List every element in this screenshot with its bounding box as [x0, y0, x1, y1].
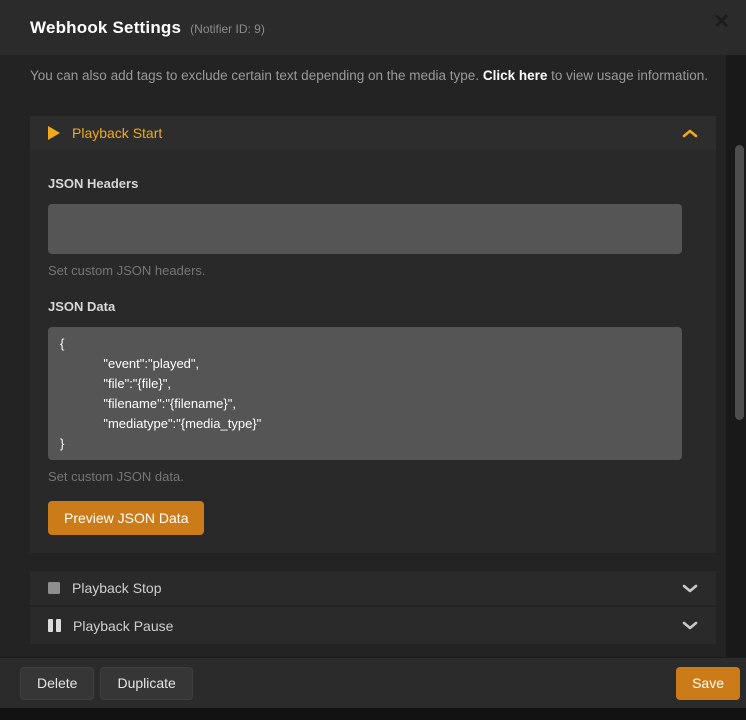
panel-playback-pause: Playback Pause	[30, 607, 716, 644]
click-here-link[interactable]: Click here	[483, 68, 548, 83]
intro-before: You can also add tags to exclude certain…	[30, 68, 483, 83]
play-icon	[48, 126, 60, 140]
preview-json-data-button[interactable]: Preview JSON Data	[48, 501, 204, 535]
notifier-id-label: (Notifier ID: 9)	[190, 19, 265, 36]
json-headers-input[interactable]	[48, 204, 682, 254]
save-button[interactable]: Save	[676, 667, 740, 700]
panel-playback-stop: Playback Stop	[30, 571, 716, 605]
json-headers-label: JSON Headers	[48, 176, 698, 191]
accordion-label: Playback Start	[72, 125, 162, 141]
accordion-header-playback-pause[interactable]: Playback Pause	[30, 607, 716, 644]
intro-after: to view usage information.	[547, 68, 708, 83]
json-data-help: Set custom JSON data.	[48, 469, 698, 484]
pause-icon	[48, 619, 61, 632]
stop-icon	[48, 582, 60, 594]
modal-scrollbar-thumb[interactable]	[735, 145, 744, 420]
duplicate-button[interactable]: Duplicate	[100, 667, 192, 700]
modal-footer: Delete Duplicate Save	[0, 657, 746, 708]
accordion-label: Playback Stop	[72, 580, 162, 596]
modal-body: You can also add tags to exclude certain…	[0, 55, 746, 657]
accordion-header-playback-start[interactable]: Playback Start	[30, 116, 716, 150]
json-data-input[interactable]: { "event":"played", "file":"{file}", "fi…	[48, 327, 682, 460]
accordion-header-playback-stop[interactable]: Playback Stop	[30, 571, 716, 605]
chevron-down-icon	[682, 584, 698, 593]
panel-playback-start: Playback Start JSON Headers Set custom J…	[30, 116, 716, 553]
webhook-settings-modal: Webhook Settings (Notifier ID: 9) ✕ You …	[0, 0, 746, 720]
close-icon[interactable]: ✕	[713, 12, 730, 32]
intro-text: You can also add tags to exclude certain…	[30, 66, 716, 85]
json-headers-help: Set custom JSON headers.	[48, 263, 698, 278]
chevron-down-icon	[682, 621, 698, 630]
playback-start-panel-body: JSON Headers Set custom JSON headers. JS…	[30, 150, 716, 553]
accordion-label: Playback Pause	[73, 618, 173, 634]
modal-scrollbar-track[interactable]	[726, 55, 746, 657]
page-background-strip	[0, 708, 746, 720]
json-data-label: JSON Data	[48, 299, 698, 314]
chevron-up-icon	[682, 129, 698, 138]
modal-title: Webhook Settings	[30, 18, 181, 38]
trigger-accordion: Playback Start JSON Headers Set custom J…	[30, 116, 716, 644]
modal-header: Webhook Settings (Notifier ID: 9) ✕	[0, 0, 746, 55]
delete-button[interactable]: Delete	[20, 667, 94, 700]
